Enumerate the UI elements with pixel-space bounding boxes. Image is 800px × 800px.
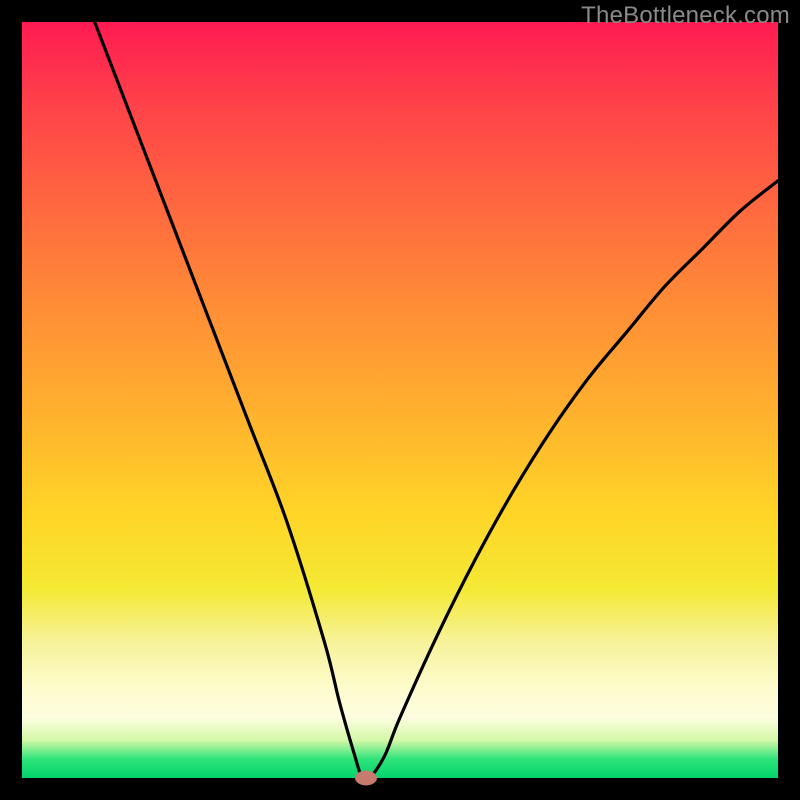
chart-frame: TheBottleneck.com — [0, 0, 800, 800]
plot-area — [22, 22, 778, 778]
bottleneck-curve — [22, 22, 778, 778]
optimum-marker — [355, 771, 377, 786]
watermark-text: TheBottleneck.com — [581, 2, 790, 30]
